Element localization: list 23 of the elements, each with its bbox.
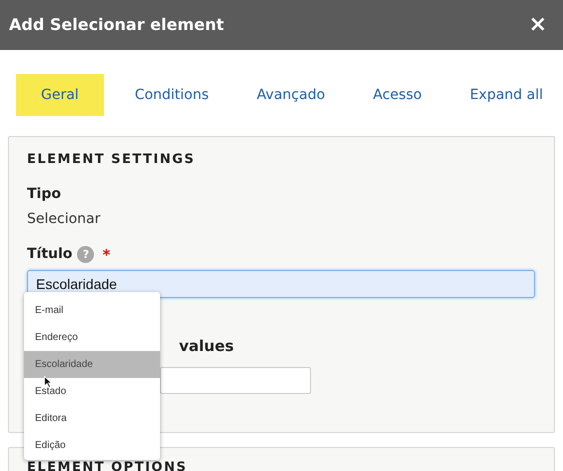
dropdown-option[interactable]: E-mail [24, 297, 160, 324]
section-heading: ELEMENT OPTIONS [27, 459, 188, 471]
required-mark: * [102, 244, 110, 266]
mouse-pointer-icon [44, 376, 52, 388]
tab[interactable]: Conditions [126, 74, 217, 116]
title-input[interactable]: Escolaridade [27, 270, 535, 298]
window-title: Add Selecionar element [9, 14, 224, 36]
tab[interactable]: Acesso [365, 74, 430, 116]
dropdown-option[interactable]: Edição [24, 432, 160, 459]
field-value: Selecionar [27, 210, 102, 228]
field-label: Título [27, 245, 72, 264]
dropdown-option[interactable]: Editora [24, 405, 160, 432]
tab[interactable]: Geral [16, 74, 104, 116]
dropdown-option[interactable]: Endereço [24, 324, 160, 351]
section-heading: ELEMENT SETTINGS [27, 151, 196, 169]
expand-all-link[interactable]: Expand all [470, 84, 543, 106]
dropdown-option[interactable]: Escolaridade [24, 351, 160, 378]
field-label: Tipo [27, 184, 62, 204]
dropdown-option[interactable]: Estado [24, 378, 160, 405]
tab[interactable]: Avançado [248, 74, 334, 116]
close-button[interactable]: × [528, 14, 547, 36]
field-label: values [179, 337, 234, 355]
text-input[interactable] [160, 367, 311, 394]
